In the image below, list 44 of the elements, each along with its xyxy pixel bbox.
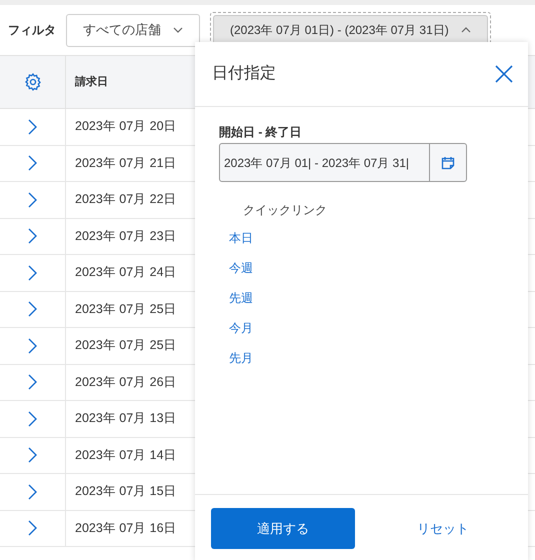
apply-button[interactable]: 適用する [211,508,355,549]
chevron-right-icon[interactable] [28,410,37,427]
table-cell-text: 2023年 07月 25日 [75,337,177,354]
quick-links-title: クイックリンク [242,202,328,219]
chevron-down-icon [173,27,183,33]
reset-button[interactable]: リセット [371,508,515,549]
quick-link[interactable]: 本日 [229,229,253,247]
chevron-right-icon[interactable] [28,447,37,464]
date-range-field[interactable]: 2023年 07月 01| - 2023年 07月 31| [219,143,467,182]
column-header: 請求日 [75,74,108,90]
date-range-value: 2023年 07月 01| - 2023年 07月 31| [223,154,410,172]
chevron-right-icon[interactable] [28,228,37,244]
quick-link[interactable]: 今月 [229,319,253,337]
settings-icon[interactable] [22,72,42,92]
table-cell-text: 2023年 07月 24日 [75,264,177,282]
calendar-icon[interactable] [441,156,455,170]
chevron-right-icon[interactable] [28,264,37,281]
table-cell-text: 2023年 07月 20日 [75,118,177,136]
chevron-right-icon[interactable] [28,484,37,500]
store-select[interactable]: すべての店舗 [66,14,200,46]
chevron-right-icon[interactable] [28,192,37,208]
table-cell-text: 2023年 07月 13日 [75,410,177,428]
table-cell-text: 2023年 07月 22日 [75,191,177,208]
chevron-right-icon[interactable] [28,301,37,318]
chevron-right-icon[interactable] [28,520,37,536]
table-cell-text: 2023年 07月 23日 [75,228,177,245]
chevron-right-icon[interactable] [28,155,37,172]
table-cell-text: 2023年 07月 14日 [75,446,177,464]
quick-link[interactable]: 先週 [229,289,253,307]
chevron-right-icon[interactable] [28,118,37,135]
table-cell-text: 2023年 07月 21日 [75,154,177,172]
chevron-right-icon[interactable] [28,338,37,354]
quick-link[interactable]: 今週 [229,259,253,277]
filter-label: フィルタ [8,22,56,39]
table-cell-text: 2023年 07月 15日 [75,483,177,500]
chevron-up-icon [460,27,471,33]
panel-title: 日付指定 [212,64,276,84]
range-label: 開始日 - 終了日 [219,124,303,141]
table-cell-text: 2023年 07月 16日 [75,520,177,537]
close-icon[interactable] [494,64,514,84]
table-cell-text: 2023年 07月 25日 [75,300,177,318]
quick-link[interactable]: 先月 [229,349,253,367]
chevron-right-icon[interactable] [28,374,37,390]
table-cell-text: 2023年 07月 26日 [75,374,177,391]
